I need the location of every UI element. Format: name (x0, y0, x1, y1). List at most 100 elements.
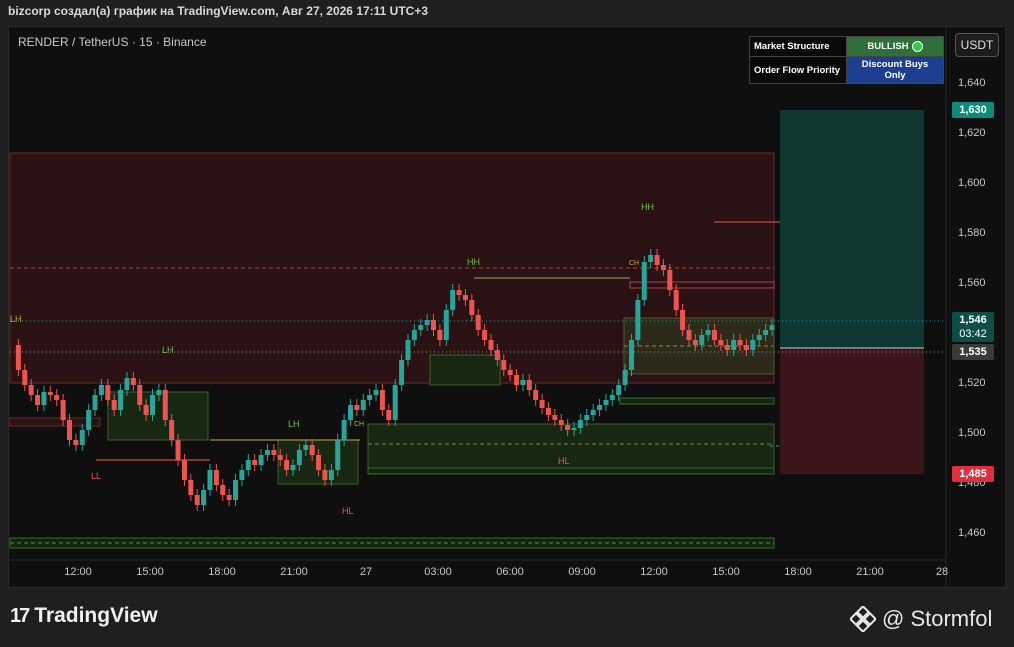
candle-body (520, 380, 526, 385)
candle-body (124, 378, 130, 390)
time-tick: 15:00 (712, 566, 740, 578)
candle-body (73, 440, 79, 445)
currency-button[interactable]: USDT (955, 33, 999, 57)
candle-body (501, 360, 507, 370)
tradingview-logo-icon: 17 (10, 604, 30, 627)
candle-body (271, 450, 277, 455)
price-tick: 1,520 (958, 377, 986, 389)
candle-body (475, 315, 481, 330)
candle-body (616, 385, 622, 395)
time-tick: 21:00 (856, 566, 884, 578)
candle-body (47, 392, 53, 395)
candle-body (648, 255, 654, 262)
price-tick: 1,640 (958, 77, 986, 89)
candle-body (60, 400, 66, 420)
candle-body (488, 340, 494, 350)
candle-body (213, 470, 219, 485)
candle-body (443, 310, 449, 340)
tradingview-brand[interactable]: 17 TradingView (10, 604, 158, 628)
candle-body (239, 470, 245, 480)
candle-body (201, 490, 207, 505)
candle-body (162, 390, 168, 420)
candle-body (264, 450, 270, 455)
candle-body (105, 385, 111, 400)
candle-body (545, 408, 551, 415)
candle-body (743, 345, 749, 350)
candle-body (533, 390, 539, 400)
candle-body (437, 330, 443, 340)
candle-body (450, 290, 456, 310)
candle-body (303, 445, 309, 450)
label-ll: LL (91, 471, 102, 481)
candle-body (233, 480, 239, 500)
candle-body (718, 340, 724, 345)
candle-body (411, 330, 417, 340)
candle-body (169, 420, 175, 440)
stop-loss-tag: 1,485 (952, 466, 994, 482)
bullish-indicator-icon (911, 40, 923, 52)
time-tick: 12:00 (640, 566, 668, 578)
candle-body (335, 440, 341, 470)
candle-body (507, 370, 513, 375)
tradingview-brand-text: TradingView (34, 604, 158, 627)
label-ch-2: CH (629, 260, 640, 267)
candle-body (660, 265, 666, 270)
label-hl-1: HL (342, 506, 354, 516)
candle-body (405, 340, 411, 360)
candle-body (456, 290, 462, 295)
time-tick: 18:00 (208, 566, 236, 578)
market-structure-table: Market Structure BULLISH Order Flow Prio… (749, 36, 944, 84)
entry-price-tag: 1,535 (952, 344, 994, 360)
candle-body (379, 390, 385, 410)
author-signature: @ Stormfol (850, 606, 992, 632)
candle-body (654, 255, 660, 265)
candle-body (86, 410, 92, 430)
candle-body (424, 320, 430, 325)
candle-body (258, 455, 264, 465)
binance-logo-icon (850, 606, 876, 632)
candle-body (207, 470, 213, 490)
candle-body (347, 405, 353, 420)
candle-body (699, 335, 705, 345)
candle-body (462, 295, 468, 300)
time-tick: 03:00 (424, 566, 452, 578)
candle-body (252, 460, 258, 465)
candle-countdown: 03:42 (959, 328, 987, 340)
candle-body (431, 320, 437, 330)
candle-body (79, 430, 85, 445)
order-flow-label: Order Flow Priority (749, 56, 847, 84)
candle-body (737, 340, 743, 345)
time-tick: 06:00 (496, 566, 524, 578)
candle-body (705, 330, 711, 335)
candle-body (328, 470, 334, 480)
stop-loss-zone[interactable] (780, 348, 924, 474)
time-tick: 09:00 (568, 566, 596, 578)
take-profit-zone[interactable] (780, 110, 924, 348)
candle-body (673, 290, 679, 310)
label-hl-2: HL (558, 456, 570, 466)
candle-body (316, 455, 322, 470)
candle-body (539, 400, 545, 408)
candle-body (367, 395, 373, 400)
market-structure-label: Market Structure (749, 36, 847, 57)
candle-body (469, 300, 475, 315)
candle-body (137, 385, 143, 405)
candle-body (731, 340, 737, 350)
chart-canvas (9, 27, 947, 586)
candle-body (360, 400, 366, 410)
candle-body (226, 495, 232, 500)
candle-body (597, 405, 603, 410)
candle-body (290, 465, 296, 470)
price-tick: 1,500 (958, 427, 986, 439)
demand-zone-3 (429, 354, 501, 386)
candle-body (571, 428, 577, 430)
candle-body (284, 460, 290, 470)
candle-body (28, 385, 34, 395)
candle-body (712, 330, 718, 340)
candle-body (756, 335, 762, 340)
candle-body (41, 392, 47, 405)
symbol-title[interactable]: RENDER / TetherUS · 15 · Binance (18, 35, 207, 49)
candle-body (277, 455, 283, 460)
candle-body (181, 460, 187, 480)
time-tick: 28 (935, 566, 949, 578)
